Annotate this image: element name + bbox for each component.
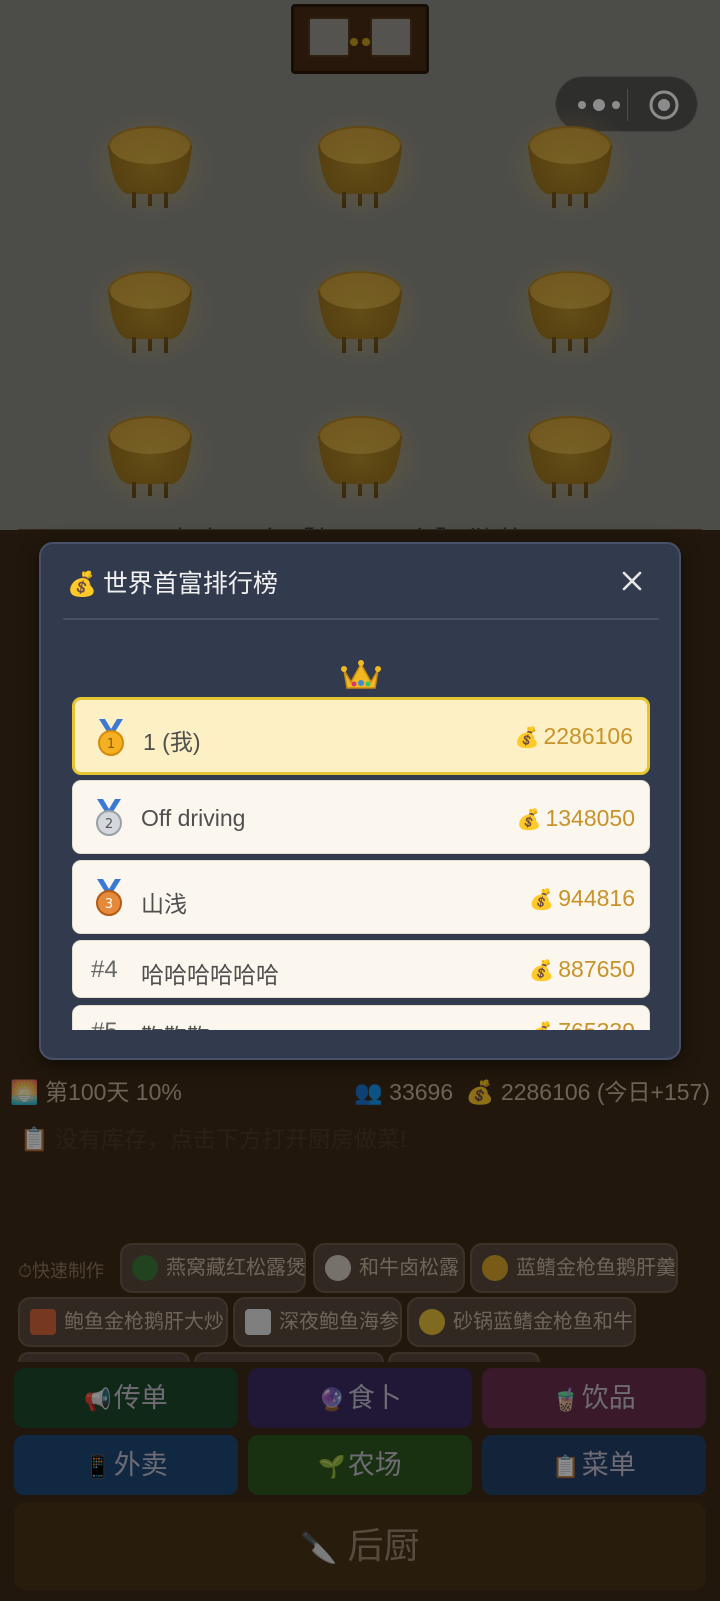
player-name: Off driving — [141, 805, 246, 831]
gold-medal-icon: 1 — [98, 719, 124, 756]
player-money: 💰 887650 — [529, 956, 635, 983]
money-bag-icon: 💰 — [67, 571, 97, 598]
player-money-value: 887650 — [558, 956, 635, 982]
crown-icon — [341, 660, 381, 689]
player-name: 哈哈哈哈哈哈 — [141, 962, 279, 988]
player-name: 鞠鞠鞠 — [141, 1018, 210, 1030]
leaderboard-row[interactable]: 1 1 (我) 💰 2286106 — [72, 697, 650, 775]
medal-number: 3 — [105, 897, 113, 912]
money-bag-icon: 💰 — [516, 809, 542, 831]
player-name: 1 (我) — [143, 729, 201, 755]
player-money: 💰 1348050 — [517, 805, 635, 832]
leaderboard-modal: 💰 世界首富排行榜 1 1 (我) 💰 2286106 2 Off driving — [39, 542, 681, 1060]
player-money-value: 2286106 — [543, 723, 633, 749]
player-money-value: 944816 — [558, 885, 635, 911]
close-icon[interactable] — [619, 568, 645, 594]
money-bag-icon: 💰 — [529, 889, 555, 911]
leaderboard-list[interactable]: 1 1 (我) 💰 2286106 2 Off driving 💰 1348050 … — [72, 697, 652, 1030]
player-rank: #4 — [91, 956, 118, 983]
medal-number: 1 — [107, 737, 115, 752]
player-money-value: 1348050 — [545, 805, 635, 831]
money-bag-icon: 💰 — [514, 727, 540, 749]
modal-title: 💰 世界首富排行榜 — [67, 564, 278, 600]
leaderboard-row[interactable]: 2 Off driving 💰 1348050 — [72, 780, 650, 854]
silver-medal-icon: 2 — [96, 799, 122, 836]
modal-divider — [63, 618, 659, 620]
player-money: 💰 765339 — [529, 1018, 635, 1030]
money-bag-icon: 💰 — [529, 960, 555, 982]
player-money: 💰 944816 — [529, 885, 635, 912]
leaderboard-row[interactable]: 3 山浅 💰 944816 — [72, 860, 650, 934]
modal-title-text: 世界首富排行榜 — [102, 570, 278, 598]
player-money: 💰 2286106 — [515, 723, 633, 750]
player-name: 山浅 — [141, 891, 187, 917]
leaderboard-row[interactable]: #5 鞠鞠鞠 💰 765339 — [72, 1005, 650, 1030]
player-rank: #5 — [91, 1018, 118, 1030]
leaderboard-row[interactable]: #4 哈哈哈哈哈哈 💰 887650 — [72, 940, 650, 998]
player-money-value: 765339 — [558, 1018, 635, 1030]
bronze-medal-icon: 3 — [96, 879, 122, 916]
medal-number: 2 — [105, 817, 113, 832]
money-bag-icon: 💰 — [529, 1022, 554, 1030]
